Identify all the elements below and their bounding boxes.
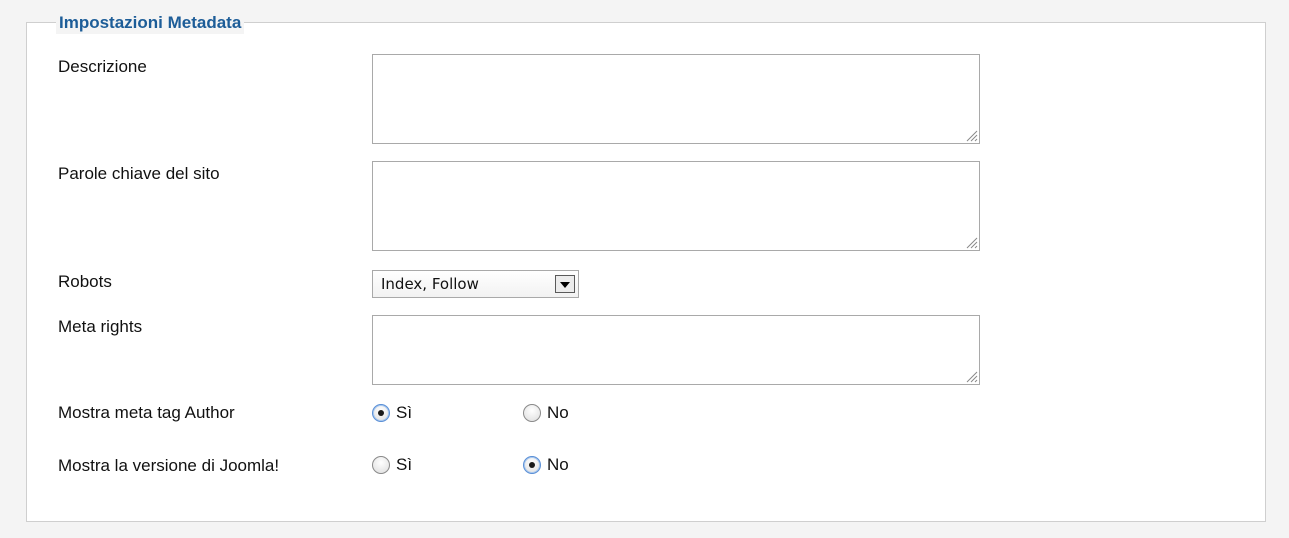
- joomla-version-radio-yes[interactable]: Sì: [372, 455, 412, 475]
- keywords-label: Parole chiave del sito: [58, 164, 220, 183]
- joomla-version-label: Mostra la versione di Joomla!: [58, 456, 280, 475]
- rights-textarea[interactable]: [372, 315, 980, 385]
- author-no-label: No: [547, 403, 569, 422]
- robots-select[interactable]: Index, Follow: [372, 270, 579, 298]
- keywords-textarea[interactable]: [372, 161, 980, 251]
- fieldset-legend: Impostazioni Metadata: [56, 12, 245, 34]
- robots-selected-value: Index, Follow: [381, 275, 479, 293]
- radio-checked-icon[interactable]: [372, 404, 390, 422]
- radio-unchecked-icon[interactable]: [372, 456, 390, 474]
- author-label: Mostra meta tag Author: [58, 403, 235, 422]
- description-label: Descrizione: [58, 57, 147, 76]
- dropdown-arrow-icon[interactable]: [555, 275, 575, 293]
- joomla-version-no-label: No: [547, 455, 569, 474]
- rights-label: Meta rights: [58, 317, 143, 336]
- author-yes-label: Sì: [396, 403, 413, 422]
- joomla-version-radio-no[interactable]: No: [523, 455, 569, 475]
- radio-unchecked-icon[interactable]: [523, 404, 541, 422]
- author-radio-no[interactable]: No: [523, 403, 569, 423]
- description-textarea[interactable]: [372, 54, 980, 144]
- author-radio-yes[interactable]: Sì: [372, 403, 412, 423]
- joomla-version-yes-label: Sì: [396, 455, 413, 474]
- radio-checked-icon[interactable]: [523, 456, 541, 474]
- robots-label: Robots: [58, 272, 112, 291]
